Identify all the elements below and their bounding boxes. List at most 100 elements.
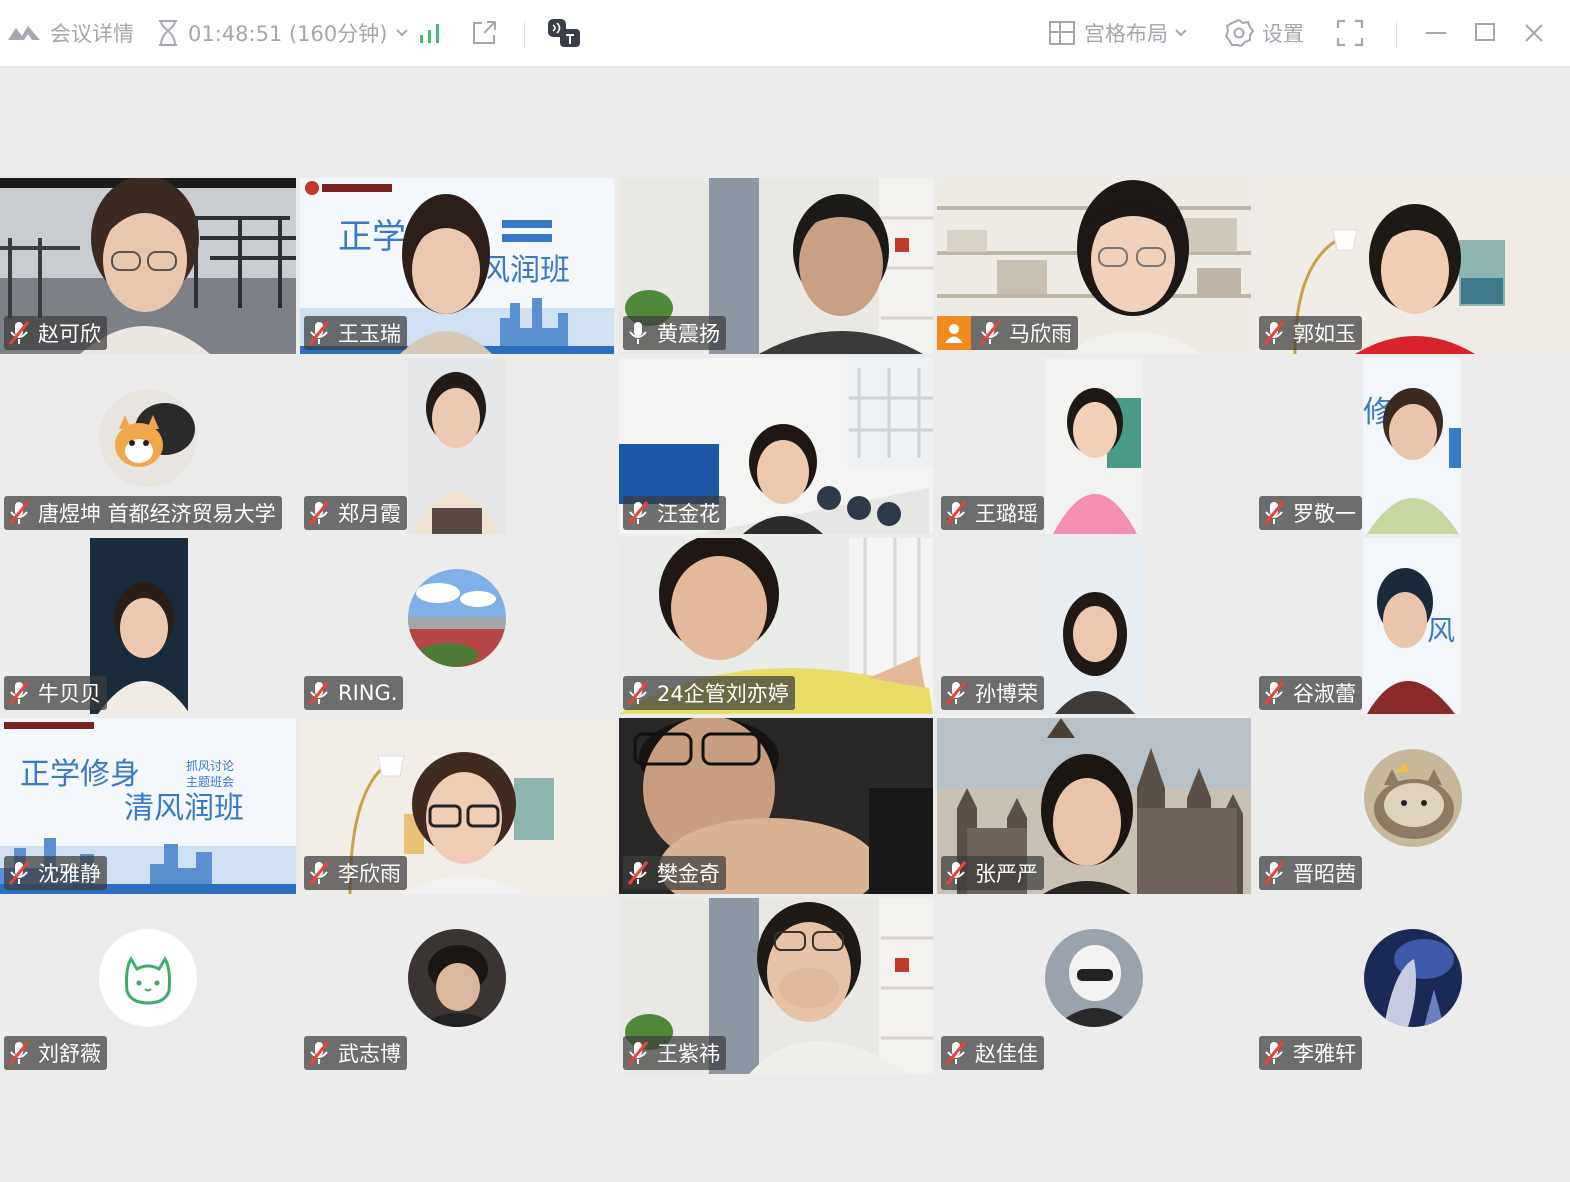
- participant-name-label: 张严严: [941, 856, 1044, 890]
- participant-name-label: 孙博荣: [941, 676, 1044, 710]
- mic-muted-icon: [945, 861, 967, 885]
- participant-name: 王璐瑶: [975, 502, 1038, 526]
- mic-muted-icon: [308, 681, 330, 705]
- participant-name-label: 王紫祎: [623, 1036, 726, 1070]
- popout-button[interactable]: [470, 14, 498, 52]
- participant-name-label: 郑月霞: [304, 496, 407, 530]
- host-badge: [937, 316, 971, 350]
- fullscreen-button[interactable]: [1336, 14, 1364, 52]
- maximize-icon: [1475, 23, 1495, 41]
- participant-tile[interactable]: 赵可欣: [0, 178, 296, 354]
- participant-name: 赵可欣: [38, 322, 101, 346]
- participant-tile[interactable]: RING.: [300, 538, 614, 714]
- settings-button[interactable]: 设置: [1224, 14, 1304, 52]
- participant-tile[interactable]: 牛贝贝: [0, 538, 296, 714]
- participant-name-label: 黄震扬: [623, 316, 726, 350]
- network-signal-button[interactable]: [418, 14, 444, 52]
- toolbar-divider: [524, 20, 525, 48]
- participant-tile[interactable]: 24企管刘亦婷: [619, 538, 933, 714]
- caption-button[interactable]: [546, 14, 582, 52]
- participant-name: 王玉瑞: [338, 322, 401, 346]
- mic-muted-icon: [308, 861, 330, 885]
- participant-name-label: 郭如玉: [1259, 316, 1362, 350]
- mic-muted-icon: [8, 501, 30, 525]
- participant-name: 孙博荣: [975, 682, 1038, 706]
- participant-tile[interactable]: 樊金奇: [619, 718, 933, 894]
- mic-muted-icon: [627, 861, 649, 885]
- participant-name-label: 王玉瑞: [304, 316, 407, 350]
- participant-name: 李雅轩: [1293, 1042, 1356, 1066]
- close-icon: [1525, 24, 1543, 42]
- participant-name-label: 李雅轩: [1259, 1036, 1362, 1070]
- participant-avatar: [99, 389, 197, 487]
- participant-tile[interactable]: 马欣雨: [937, 178, 1251, 354]
- participant-tile[interactable]: 王璐瑶: [937, 358, 1251, 534]
- toolbar-divider: [1396, 20, 1397, 48]
- participant-tile[interactable]: 李雅轩: [1255, 898, 1570, 1074]
- minimize-button[interactable]: [1424, 14, 1448, 52]
- participant-name: 武志博: [338, 1042, 401, 1066]
- participant-name: 郭如玉: [1293, 322, 1356, 346]
- participant-tile[interactable]: 王紫祎: [619, 898, 933, 1074]
- participant-name: 沈雅静: [38, 862, 101, 886]
- participant-tile[interactable]: 修 罗敬一: [1255, 358, 1570, 534]
- slide-tag: 抓风讨论: [186, 759, 234, 773]
- participant-name-label: 武志博: [304, 1036, 407, 1070]
- mic-muted-icon: [945, 501, 967, 525]
- maximize-button[interactable]: [1474, 14, 1496, 52]
- participant-name-label: 唐煜坤 首都经济贸易大学: [4, 496, 282, 530]
- participant-tile[interactable]: 黄震扬: [619, 178, 933, 354]
- participant-name: 樊金奇: [657, 862, 720, 886]
- participant-tile[interactable]: 张严严: [937, 718, 1251, 894]
- participant-tile[interactable]: 郑月霞: [300, 358, 614, 534]
- participant-tile[interactable]: 风 谷淑蕾: [1255, 538, 1570, 714]
- participant-name-label: 牛贝贝: [4, 676, 107, 710]
- participant-name: 24企管刘亦婷: [657, 682, 789, 706]
- chevron-down-icon: [1175, 29, 1187, 37]
- participant-tile[interactable]: 正学修身 清风润班 抓风讨论 主题班会 沈雅静: [0, 718, 296, 894]
- mic-muted-icon: [627, 501, 649, 525]
- participant-name: 张严严: [975, 862, 1038, 886]
- mic-muted-icon: [627, 1041, 649, 1065]
- participant-tile[interactable]: 汪金花: [619, 358, 933, 534]
- participant-name: 马欣雨: [1009, 322, 1072, 346]
- meeting-details-button[interactable]: 会议详情: [6, 14, 134, 52]
- participant-tile[interactable]: 刘舒薇: [0, 898, 296, 1074]
- mic-muted-icon: [945, 681, 967, 705]
- participant-tile[interactable]: 唐煜坤 首都经济贸易大学: [0, 358, 296, 534]
- participant-name-label: 刘舒薇: [4, 1036, 107, 1070]
- mic-muted-icon: [627, 681, 649, 705]
- participant-name: 郑月霞: [338, 502, 401, 526]
- participant-avatar: [408, 929, 506, 1027]
- participant-name-label: 李欣雨: [304, 856, 407, 890]
- close-button[interactable]: [1522, 14, 1546, 52]
- grid-layout-button[interactable]: 宫格布局: [1048, 14, 1188, 52]
- slide-title-line1: 正学修身: [20, 757, 140, 792]
- participant-name-label: 晋昭茜: [1259, 856, 1362, 890]
- participant-tile[interactable]: 郭如玉: [1255, 178, 1570, 354]
- participant-tile[interactable]: 李欣雨: [300, 718, 614, 894]
- participant-tile[interactable]: 武志博: [300, 898, 614, 1074]
- participant-name: 唐煜坤 首都经济贸易大学: [38, 502, 276, 526]
- participant-name-label: 王璐瑶: [941, 496, 1044, 530]
- participant-name-label: 谷淑蕾: [1259, 676, 1362, 710]
- participant-avatar: [99, 929, 197, 1027]
- mic-muted-icon: [1263, 501, 1285, 525]
- participant-tile[interactable]: 晋昭茜: [1255, 718, 1570, 894]
- slide-tag: 主题班会: [186, 775, 234, 789]
- mic-muted-icon: [1263, 861, 1285, 885]
- mic-muted-icon: [8, 861, 30, 885]
- participant-tile[interactable]: 正学修 风润班 王玉瑞: [300, 178, 614, 354]
- participant-tile[interactable]: 赵佳佳: [937, 898, 1251, 1074]
- signal-bars-icon: [420, 24, 439, 43]
- participant-name: 汪金花: [657, 502, 720, 526]
- svg-text:风: 风: [1427, 614, 1455, 647]
- participant-name-label: 24企管刘亦婷: [623, 676, 795, 710]
- mic-muted-icon: [308, 321, 330, 345]
- meeting-timer[interactable]: 01:48:51 (160分钟): [156, 14, 409, 52]
- grid-layout-icon: [1049, 21, 1075, 45]
- user-icon: [945, 324, 963, 343]
- meeting-details-label: 会议详情: [50, 22, 134, 46]
- participant-tile[interactable]: 孙博荣: [937, 538, 1251, 714]
- mic-muted-icon: [8, 321, 30, 345]
